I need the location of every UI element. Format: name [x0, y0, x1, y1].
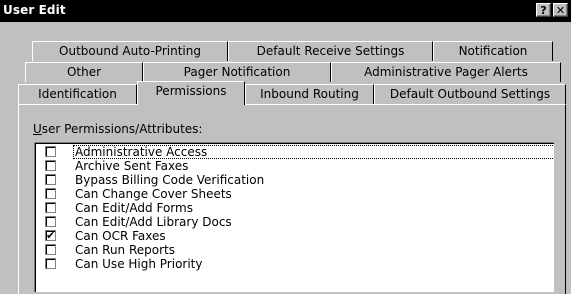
- tab-default-receive-settings[interactable]: Default Receive Settings: [228, 41, 433, 61]
- label-mnemonic: U: [33, 122, 42, 136]
- tab-label: Default Outbound Settings: [389, 87, 551, 101]
- list-item-label: Can Run Reports: [75, 243, 176, 257]
- label-text: ser Permissions/Attributes:: [41, 122, 203, 136]
- tab-label: Permissions: [155, 84, 227, 98]
- checkbox[interactable]: [45, 216, 56, 227]
- list-item-label: Can Use High Priority: [75, 257, 203, 271]
- list-item-label: Bypass Billing Code Verification: [75, 173, 265, 187]
- tab-label: Administrative Pager Alerts: [364, 65, 528, 79]
- list-item-label: Archive Sent Faxes: [75, 159, 189, 173]
- checkbox[interactable]: [45, 146, 56, 157]
- tab-identification[interactable]: Identification: [18, 84, 137, 104]
- list-item-can-run-reports[interactable]: Can Run Reports: [45, 243, 545, 257]
- list-item-label: Can Change Cover Sheets: [75, 187, 232, 201]
- tab-pager-notification[interactable]: Pager Notification: [143, 62, 331, 82]
- list-item-administrative-access[interactable]: Administrative Access: [45, 145, 554, 159]
- list-item-can-use-high-priority[interactable]: Can Use High Priority: [45, 257, 545, 271]
- list-item-bypass-billing-code-verification[interactable]: Bypass Billing Code Verification: [45, 173, 545, 187]
- checkbox[interactable]: ✔: [45, 230, 56, 241]
- window-title: User Edit: [3, 3, 66, 17]
- tab-inbound-routing[interactable]: Inbound Routing: [245, 84, 374, 104]
- list-item-label: Can Edit/Add Library Docs: [75, 215, 232, 229]
- list-item-archive-sent-faxes[interactable]: Archive Sent Faxes: [45, 159, 545, 173]
- help-button[interactable]: ?: [536, 3, 551, 17]
- tab-other[interactable]: Other: [25, 62, 143, 82]
- tab-default-outbound-settings[interactable]: Default Outbound Settings: [374, 84, 566, 104]
- permissions-section-label: User Permissions/Attributes:: [33, 122, 202, 136]
- list-item-can-change-cover-sheets[interactable]: Can Change Cover Sheets: [45, 187, 545, 201]
- permissions-listbox[interactable]: Administrative Access Archive Sent Faxes…: [34, 142, 554, 292]
- tab-label: Identification: [38, 87, 117, 101]
- tab-outbound-auto-printing[interactable]: Outbound Auto-Printing: [32, 41, 228, 61]
- tab-label: Outbound Auto-Printing: [59, 44, 201, 58]
- tab-label: Notification: [458, 44, 528, 58]
- tab-permissions[interactable]: Permissions: [137, 81, 245, 105]
- checkbox[interactable]: [45, 244, 56, 255]
- tab-label: Pager Notification: [183, 65, 291, 79]
- list-item-label: Can Edit/Add Forms: [75, 201, 193, 215]
- checkbox[interactable]: [45, 258, 56, 269]
- checkbox[interactable]: [45, 174, 56, 185]
- tab-label: Inbound Routing: [260, 87, 359, 101]
- list-item-can-edit-add-forms[interactable]: Can Edit/Add Forms: [45, 201, 545, 215]
- checkbox[interactable]: [45, 188, 56, 199]
- title-bar: User Edit ? ✕: [0, 0, 571, 22]
- tab-administrative-pager-alerts[interactable]: Administrative Pager Alerts: [331, 62, 561, 82]
- tab-label: Default Receive Settings: [256, 44, 405, 58]
- tab-label: Other: [66, 65, 102, 79]
- list-item-can-ocr-faxes[interactable]: ✔ Can OCR Faxes: [45, 229, 545, 243]
- list-item-label: Administrative Access: [75, 145, 208, 159]
- list-item-label: Can OCR Faxes: [75, 229, 166, 243]
- checkbox[interactable]: [45, 160, 56, 171]
- close-button[interactable]: ✕: [553, 3, 568, 17]
- checkbox[interactable]: [45, 202, 56, 213]
- list-item-can-edit-add-library-docs[interactable]: Can Edit/Add Library Docs: [45, 215, 545, 229]
- tab-notification[interactable]: Notification: [433, 41, 553, 61]
